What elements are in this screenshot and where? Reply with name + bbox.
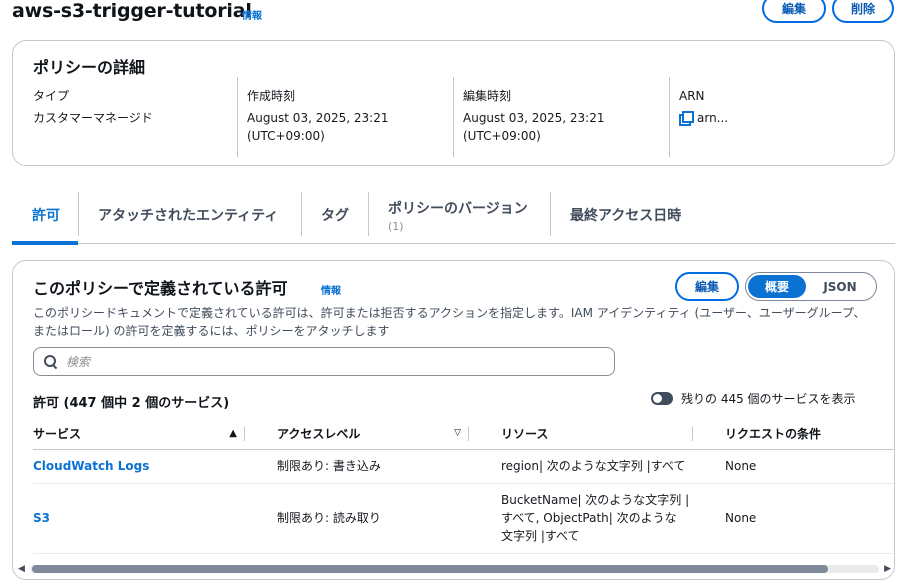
tab-label: 最終アクセス日時	[570, 208, 682, 224]
column-header-conditions[interactable]: リクエストの条件	[701, 419, 894, 450]
resource-line: すべて, ObjectPath| 次のような	[501, 511, 677, 525]
edited-field: 編集時刻 August 03, 2025, 23:21 (UTC+09:00)	[463, 87, 604, 145]
column-header-label: リクエストの条件	[725, 427, 822, 442]
view-toggle: 概要 JSON	[745, 272, 877, 301]
scroll-right-icon[interactable]: ▶	[884, 564, 891, 574]
tab-attached-entities[interactable]: アタッチされたエンティティ	[78, 186, 302, 244]
tab-policy-versions[interactable]: ポリシーのバージョン (1)	[368, 186, 550, 244]
permissions-card: このポリシーで定義されている許可 情報 編集 概要 JSON このポリシードキュ…	[12, 260, 895, 580]
sort-ascending-icon[interactable]: ▲	[229, 428, 237, 439]
search-icon	[44, 354, 58, 369]
table-row: CloudWatch Logs 制限あり: 書き込み region| 次のような…	[33, 449, 894, 484]
toggle-switch[interactable]	[651, 392, 673, 405]
tab-permissions[interactable]: 許可	[12, 186, 78, 245]
delete-policy-button[interactable]: 削除	[832, 0, 894, 23]
scrollbar-thumb[interactable]	[32, 565, 828, 573]
edited-value: August 03, 2025, 23:21	[463, 111, 605, 125]
arn-value-row: arn...	[679, 111, 729, 126]
arn-label: ARN	[679, 89, 705, 103]
json-view-button[interactable]: JSON	[806, 275, 874, 298]
tab-count: (1)	[388, 219, 404, 233]
scroll-left-icon[interactable]: ◀	[18, 564, 25, 574]
edit-permissions-button[interactable]: 編集	[675, 272, 739, 301]
column-divider	[453, 77, 454, 157]
resource-line: BucketName| 次のような文字列 |	[501, 493, 690, 507]
sort-dropdown-icon[interactable]: ▽	[454, 428, 461, 438]
column-header-service[interactable]: サービス ▲	[33, 419, 253, 450]
page-title: aws-s3-trigger-tutorial	[12, 0, 252, 22]
access-level-cell: 制限あり: 書き込み	[253, 449, 477, 484]
created-value: August 03, 2025, 23:21	[247, 111, 389, 125]
horizontal-scrollbar[interactable]: ◀ ▶	[12, 562, 895, 576]
permissions-description: このポリシードキュメントで定義されている許可は、許可または拒否するアクションを指…	[33, 306, 866, 338]
column-header-access-level[interactable]: アクセスレベル ▽	[253, 419, 477, 450]
search-input[interactable]	[66, 354, 586, 369]
permissions-table: サービス ▲ アクセスレベル ▽ リソース リクエストの条件 CloudWatc…	[33, 419, 894, 554]
condition-cell: None	[701, 449, 894, 484]
type-field: タイプ カスタマーマネージド	[33, 87, 153, 127]
condition-cell: None	[701, 483, 894, 554]
created-timezone: (UTC+09:00)	[247, 129, 325, 143]
policy-tabs: 許可 アタッチされたエンティティ タグ ポリシーのバージョン (1) 最終アクセ…	[12, 186, 895, 245]
column-header-label: リソース	[501, 427, 549, 442]
search-box	[33, 347, 615, 376]
table-header-row: サービス ▲ アクセスレベル ▽ リソース リクエストの条件	[33, 419, 894, 450]
page-header: aws-s3-trigger-tutorial 情報 編集 削除	[12, 0, 894, 28]
column-header-label: サービス	[33, 427, 82, 442]
type-label: タイプ	[33, 89, 70, 103]
column-separator[interactable]	[468, 427, 469, 441]
summary-view-button[interactable]: 概要	[748, 275, 806, 298]
arn-field: ARN arn...	[679, 87, 728, 127]
resource-cell: BucketName| 次のような文字列 | すべて, ObjectPath| …	[477, 483, 701, 554]
permissions-title: このポリシーで定義されている許可	[33, 279, 288, 298]
access-level-cell: 制限あり: 読み取り	[253, 483, 477, 554]
tab-label: タグ	[321, 208, 349, 224]
edited-timezone: (UTC+09:00)	[463, 129, 541, 143]
tab-label: ポリシーのバージョン	[388, 200, 528, 217]
column-separator[interactable]	[692, 427, 693, 441]
copy-icon[interactable]	[679, 111, 694, 126]
title-info-link[interactable]: 情報	[242, 7, 262, 22]
service-link-cloudwatch-logs[interactable]: CloudWatch Logs	[33, 449, 253, 484]
service-link-s3[interactable]: S3	[33, 483, 253, 554]
tab-label: 許可	[32, 208, 60, 224]
table-row: S3 制限あり: 読み取り BucketName| 次のような文字列 | すべて…	[33, 483, 894, 554]
policy-details-title: ポリシーの詳細	[33, 58, 146, 77]
show-remaining-toggle[interactable]: 残りの 445 個のサービスを表示	[651, 390, 856, 407]
toggle-label: 残りの 445 個のサービスを表示	[681, 392, 856, 406]
column-header-label: アクセスレベル	[277, 427, 361, 442]
policy-details-card: ポリシーの詳細 タイプ カスタマーマネージド 作成時刻 August 03, 2…	[12, 40, 895, 166]
column-separator[interactable]	[244, 427, 245, 441]
column-divider	[669, 77, 670, 157]
edited-label: 編集時刻	[463, 89, 512, 103]
edit-policy-button[interactable]: 編集	[762, 0, 826, 23]
permissions-count: 許可 (447 個中 2 個のサービス)	[33, 396, 230, 411]
resource-line: 文字列 |すべて	[501, 529, 580, 543]
created-label: 作成時刻	[247, 89, 296, 103]
tab-tags[interactable]: タグ	[301, 186, 369, 244]
tab-label: アタッチされたエンティティ	[98, 208, 279, 224]
resource-cell: region| 次のような文字列 |すべて	[477, 449, 701, 484]
created-field: 作成時刻 August 03, 2025, 23:21 (UTC+09:00)	[247, 87, 388, 145]
tab-last-accessed[interactable]: 最終アクセス日時	[550, 186, 720, 244]
column-header-resource[interactable]: リソース	[477, 419, 701, 450]
permissions-info-link[interactable]: 情報	[321, 282, 341, 297]
type-value: カスタマーマネージド	[33, 111, 153, 125]
arn-value: arn...	[697, 111, 729, 125]
column-divider	[237, 77, 238, 157]
